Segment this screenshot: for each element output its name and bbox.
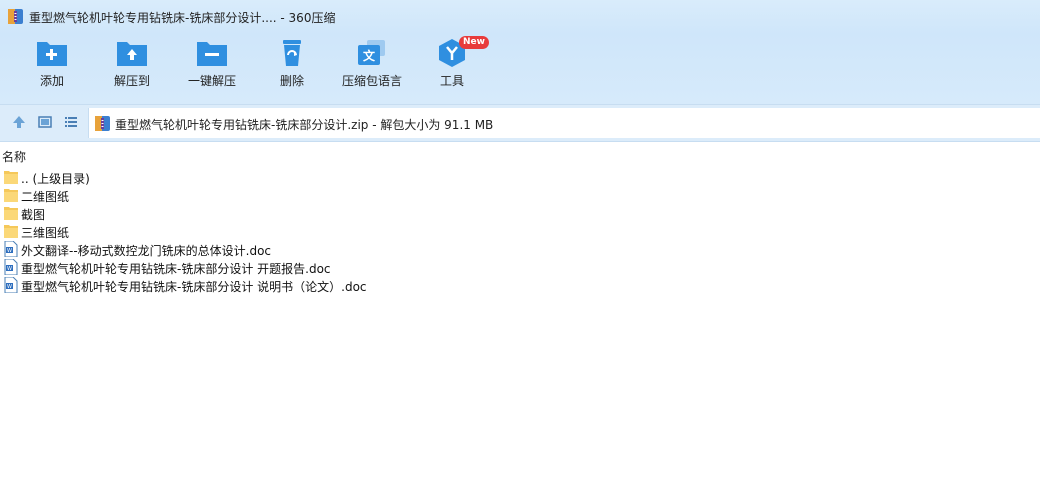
word-document-icon: W <box>4 241 18 257</box>
address-bar: 重型燃气轮机叶轮专用钻铣床-铣床部分设计.zip - 解包大小为 91.1 MB <box>0 104 1040 142</box>
tools-button[interactable]: New 工具 <box>412 36 492 100</box>
toolbar: 添加 解压到 一键解压 删除 文 压缩包语言 New 工具 <box>0 34 1040 104</box>
list-item-folder[interactable]: 截图 <box>0 204 1040 222</box>
list-view-icon[interactable] <box>63 114 79 130</box>
add-button[interactable]: 添加 <box>12 38 92 100</box>
file-name: 重型燃气轮机叶轮专用钻铣床-铣床部分设计 说明书（论文）.doc <box>21 280 367 294</box>
add-label: 添加 <box>39 74 64 88</box>
delete-label: 删除 <box>279 74 304 88</box>
window-title: 重型燃气轮机叶轮专用钻铣床-铣床部分设计.... - 360压缩 <box>29 11 336 25</box>
column-name-header[interactable]: 名称 <box>2 148 26 165</box>
new-badge: New <box>459 36 489 49</box>
word-document-icon: W <box>4 277 18 293</box>
zip-archive-icon <box>95 116 110 131</box>
title-bar: 重型燃气轮机叶轮专用钻铣床-铣床部分设计.... - 360压缩 <box>0 0 1040 34</box>
folder-icon <box>4 225 18 238</box>
extract-to-icon <box>117 42 147 66</box>
folder-icon <box>4 171 18 184</box>
list-item-file[interactable]: W 重型燃气轮机叶轮专用钻铣床-铣床部分设计 说明书（论文）.doc <box>0 276 1040 294</box>
svg-text:W: W <box>7 248 12 254</box>
delete-icon <box>283 40 301 66</box>
thumbnail-view-icon[interactable] <box>37 114 53 130</box>
delete-button[interactable]: 删除 <box>252 38 332 100</box>
language-icon: 文 <box>358 40 385 65</box>
folder-icon <box>4 207 18 220</box>
extract-to-button[interactable]: 解压到 <box>92 38 172 100</box>
svg-text:文: 文 <box>363 48 376 63</box>
file-name: 二维图纸 <box>21 190 70 204</box>
file-name: 重型燃气轮机叶轮专用钻铣床-铣床部分设计 开题报告.doc <box>21 262 331 276</box>
add-icon <box>37 42 67 66</box>
up-arrow-icon[interactable] <box>11 114 27 130</box>
word-document-icon: W <box>4 259 18 275</box>
column-header: 名称 <box>0 146 1040 164</box>
list-item-file[interactable]: W 重型燃气轮机叶轮专用钻铣床-铣床部分设计 开题报告.doc <box>0 258 1040 276</box>
file-list: .. (上级目录) 二维图纸 截图 三维图纸 W 外文翻译--移动式数控龙门铣床… <box>0 168 1040 294</box>
one-click-extract-button[interactable]: 一键解压 <box>172 38 252 100</box>
file-name: .. (上级目录) <box>21 172 90 186</box>
file-name: 外文翻译--移动式数控龙门铣床的总体设计.doc <box>21 244 272 258</box>
archive-path-text: 重型燃气轮机叶轮专用钻铣床-铣床部分设计.zip - 解包大小为 91.1 MB <box>115 118 494 132</box>
list-item-file[interactable]: W 外文翻译--移动式数控龙门铣床的总体设计.doc <box>0 240 1040 258</box>
archive-language-button[interactable]: 文 压缩包语言 <box>332 38 412 100</box>
zip-archive-icon <box>8 9 23 24</box>
one-click-extract-label: 一键解压 <box>187 74 236 88</box>
list-item-folder[interactable]: 二维图纸 <box>0 186 1040 204</box>
svg-text:W: W <box>7 266 12 272</box>
svg-text:W: W <box>7 284 12 290</box>
tools-label: 工具 <box>439 74 464 88</box>
list-item-parent-directory[interactable]: .. (上级目录) <box>0 168 1040 186</box>
extract-to-label: 解压到 <box>113 74 150 88</box>
file-name: 三维图纸 <box>21 226 70 240</box>
folder-icon <box>4 189 18 202</box>
file-name: 截图 <box>21 208 46 222</box>
address-path-field[interactable]: 重型燃气轮机叶轮专用钻铣床-铣床部分设计.zip - 解包大小为 91.1 MB <box>88 108 1040 138</box>
archive-language-label: 压缩包语言 <box>341 74 402 88</box>
list-item-folder[interactable]: 三维图纸 <box>0 222 1040 240</box>
one-click-extract-icon <box>197 42 227 66</box>
